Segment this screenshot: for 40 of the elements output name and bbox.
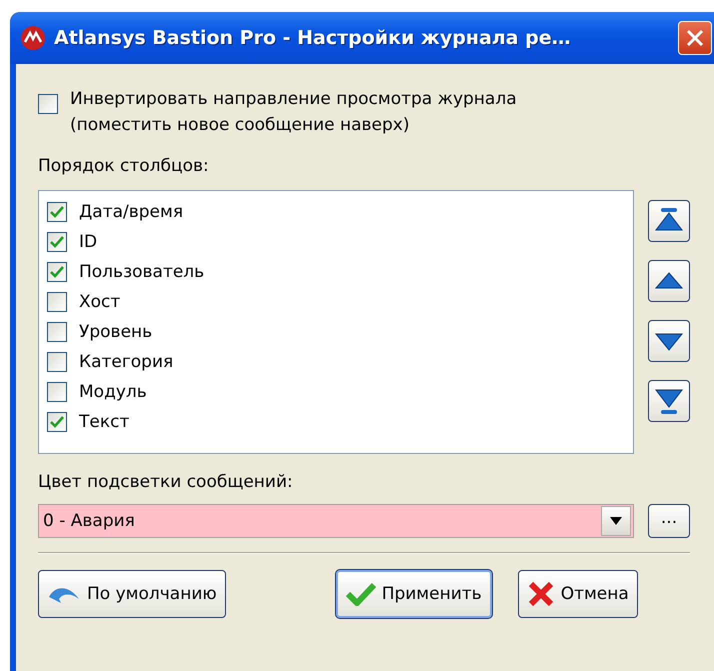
- checkbox[interactable]: [47, 382, 67, 402]
- checkmark-icon: [50, 266, 64, 278]
- column-name[interactable]: ID: [79, 232, 98, 252]
- move-top-button[interactable]: [648, 200, 690, 242]
- highlight-dropdown[interactable]: 0 - Авария: [38, 504, 634, 538]
- checkbox[interactable]: [47, 352, 67, 372]
- move-bottom-button[interactable]: [648, 380, 690, 422]
- window-title: Atlansys Bastion Pro - Настройки журнала ре…: [54, 27, 572, 49]
- move-up-button[interactable]: [648, 260, 690, 302]
- apply-button[interactable]: Применить: [336, 570, 492, 618]
- column-name[interactable]: Категория: [79, 352, 174, 372]
- default-button[interactable]: По умолчанию: [38, 570, 226, 618]
- checkbox[interactable]: [38, 94, 58, 114]
- checkmark-icon: [346, 582, 376, 606]
- checkbox[interactable]: [47, 262, 67, 282]
- checkbox-label: Инвертировать направление просмотра журнала (поместить новое сообщение наверх): [70, 88, 517, 137]
- close-button[interactable]: [678, 21, 712, 55]
- move-down-button[interactable]: [648, 320, 690, 362]
- column-name[interactable]: Пользователь: [79, 262, 204, 282]
- column-name[interactable]: Модуль: [79, 382, 147, 402]
- caret-icon: [610, 517, 622, 525]
- checkmark-icon: [50, 236, 64, 248]
- close-icon: [685, 28, 705, 48]
- cross-icon: [526, 580, 555, 608]
- checkbox[interactable]: [47, 202, 67, 222]
- columns-label: Порядок столбцов:: [38, 156, 210, 176]
- app-logo-icon: [20, 25, 46, 51]
- checkbox[interactable]: [47, 322, 67, 342]
- column-name[interactable]: Текст: [79, 412, 130, 432]
- checkbox[interactable]: [47, 232, 67, 252]
- checkmark-icon: [50, 416, 64, 428]
- highlight-label: Цвет подсветки сообщений:: [38, 472, 294, 492]
- column-name[interactable]: Уровень: [79, 322, 152, 342]
- browse-button[interactable]: ...: [648, 504, 690, 538]
- checkbox[interactable]: [47, 412, 67, 432]
- checkbox[interactable]: [47, 292, 67, 312]
- checkmark-icon: [50, 206, 64, 218]
- cancel-button[interactable]: Отмена: [518, 570, 638, 618]
- column-name[interactable]: Дата/время: [79, 202, 184, 222]
- column-name[interactable]: Хост: [79, 292, 120, 312]
